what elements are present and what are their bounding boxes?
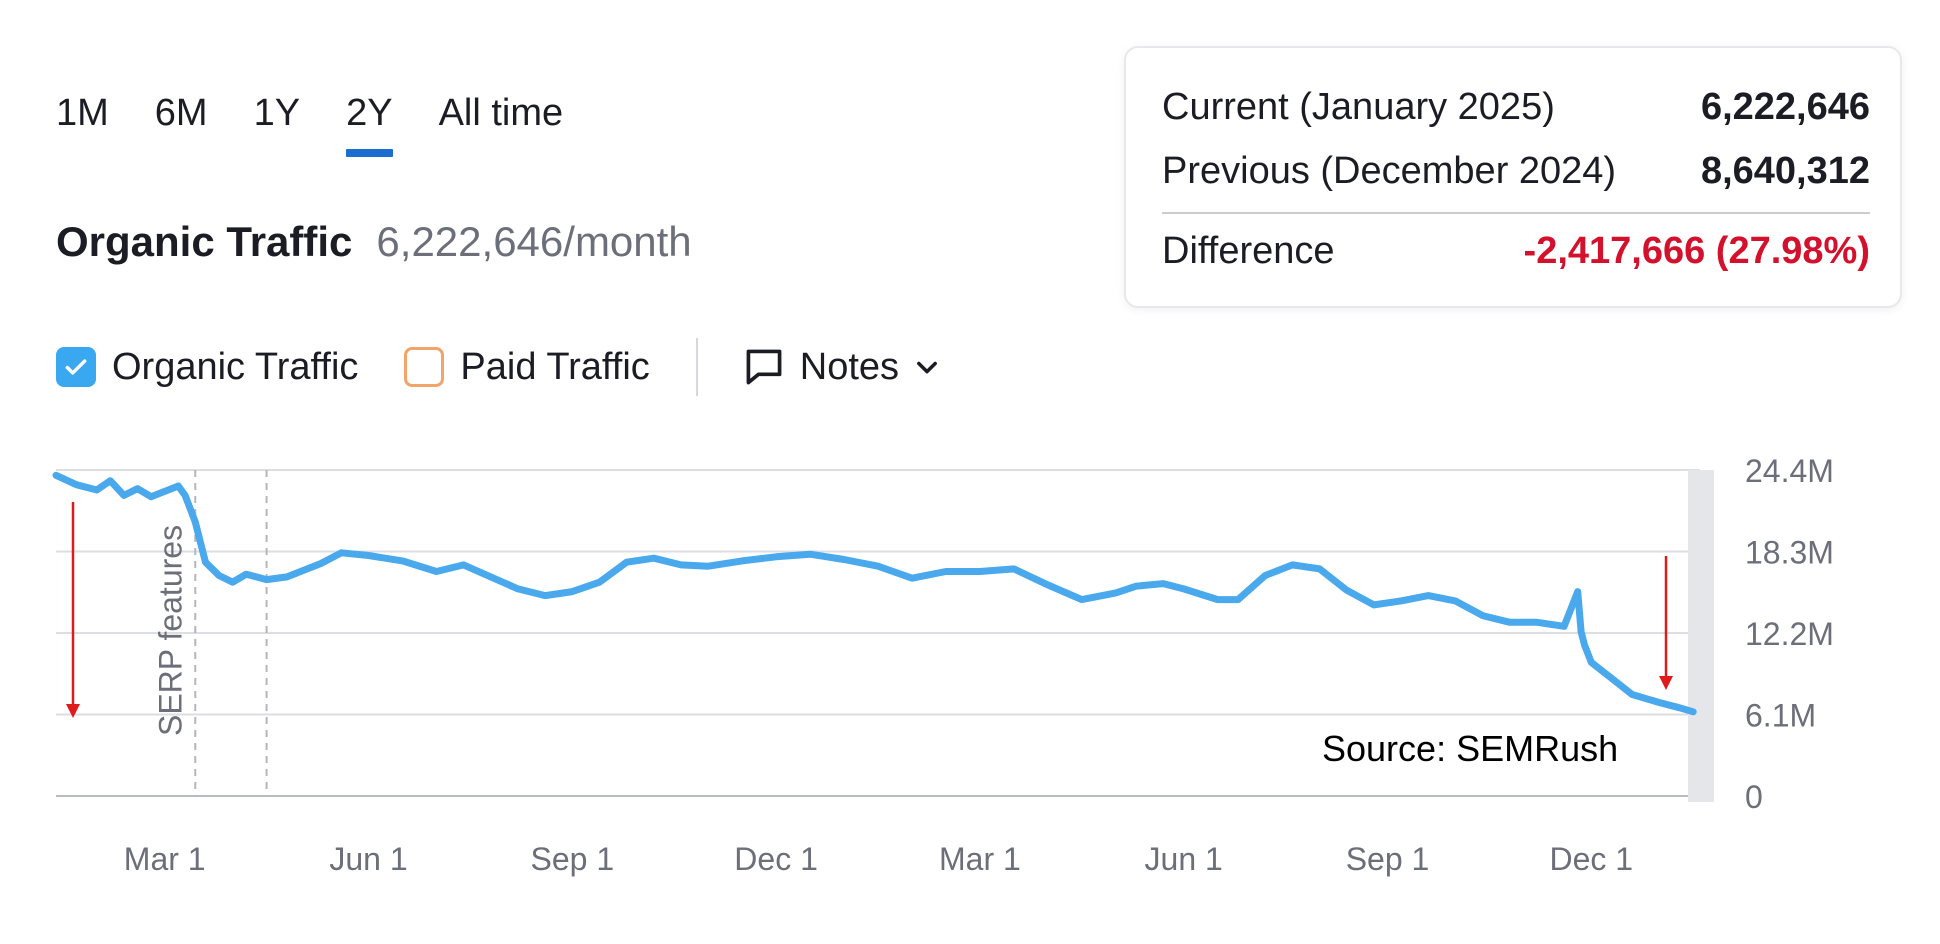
x-tick-label: Mar 1 [939, 841, 1021, 877]
organic-traffic-line [52, 471, 1697, 716]
tooltip-difference-row: Difference -2,417,666 (27.98%) [1162, 230, 1870, 273]
chevron-down-icon [917, 361, 937, 374]
range-tab-1m[interactable]: 1M [56, 92, 109, 135]
partial-period-band [1688, 470, 1714, 802]
paid-traffic-label: Paid Traffic [460, 345, 650, 388]
x-tick-label: Jun 1 [329, 841, 407, 877]
tooltip-previous-row: Previous (December 2024) 8,640,312 [1162, 150, 1870, 193]
tooltip-current-value: 6,222,646 [1700, 86, 1870, 128]
end-drop-arrow-head [1659, 676, 1673, 690]
checkmark-icon [65, 359, 87, 375]
series-legend: Organic Traffic Paid Traffic Notes [56, 338, 941, 396]
x-tick-label: Dec 1 [734, 841, 818, 877]
source-note: Source: SEMRush [1322, 728, 1619, 769]
y-tick-label: 18.3M [1745, 535, 1834, 571]
tooltip-separator [1162, 212, 1870, 214]
traffic-value: 6,222,646/month [376, 218, 692, 265]
y-tick-label: 0 [1745, 779, 1763, 815]
x-tick-label: Sep 1 [1346, 841, 1430, 877]
page-title: Organic Traffic [56, 218, 353, 265]
paid-checkbox[interactable] [404, 347, 445, 387]
date-range-tabs: 1M 6M 1Y 2Y All time [56, 92, 609, 157]
notes-label: Notes [799, 345, 900, 388]
notes-dropdown[interactable]: Notes [742, 345, 941, 389]
annotation-label: SERP features [152, 525, 188, 736]
start-drop-arrow-head [66, 704, 80, 718]
tooltip-previous-label: Previous (December 2024) [1162, 150, 1617, 192]
legend-divider [695, 338, 698, 396]
range-tab-2y[interactable]: 2Y [346, 92, 394, 157]
x-tick-label: Jun 1 [1145, 841, 1223, 877]
organic-traffic-toggle[interactable]: Organic Traffic [56, 346, 358, 389]
tooltip-difference-label: Difference [1162, 230, 1335, 272]
range-tab-6m[interactable]: 6M [155, 92, 208, 135]
organic-checkbox[interactable] [56, 347, 96, 387]
range-tab-1y[interactable]: 1Y [254, 92, 300, 135]
x-tick-label: Mar 1 [124, 841, 206, 877]
comment-icon [746, 349, 782, 385]
tooltip-previous-value: 8,640,312 [1700, 150, 1870, 192]
organic-traffic-chart: 24.4M 18.3M 12.2M 6.1M 0 SERP features Mar 1 Ju… [52, 453, 1834, 877]
x-tick-label: Dec 1 [1550, 841, 1634, 877]
organic-traffic-label: Organic Traffic [112, 345, 359, 388]
y-tick-label: 6.1M [1745, 698, 1816, 734]
y-tick-label: 24.4M [1745, 453, 1834, 489]
title-row: Organic Traffic 6,222,646/month [56, 218, 692, 266]
x-tick-label: Sep 1 [530, 841, 614, 877]
tooltip-current-row: Current (January 2025) 6,222,646 [1162, 86, 1870, 129]
data-tooltip: Current (January 2025) 6,222,646 Previou… [1124, 46, 1902, 308]
tooltip-difference-value: -2,417,666 (27.98%) [1523, 230, 1870, 272]
y-tick-label: 12.2M [1745, 616, 1834, 652]
range-tab-all-time[interactable]: All time [439, 92, 564, 135]
tooltip-current-label: Current (January 2025) [1162, 86, 1555, 128]
paid-traffic-toggle[interactable]: Paid Traffic [404, 345, 650, 389]
